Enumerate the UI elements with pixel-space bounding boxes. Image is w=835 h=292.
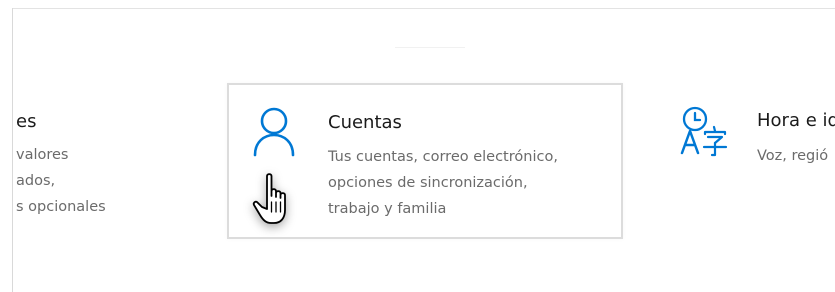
tile-description: valores ados, s opcionales bbox=[16, 142, 106, 220]
tile-description-line: opciones de sincronización, bbox=[328, 175, 528, 191]
settings-window: es valores ados, s opcionales Cuentas Tu… bbox=[0, 0, 835, 292]
tile-title: Cuentas bbox=[328, 112, 402, 133]
tile-title: Hora e id bbox=[757, 110, 835, 131]
user-account-icon bbox=[253, 107, 295, 157]
settings-tile-time-language[interactable]: Hora e id Voz, regió bbox=[672, 87, 835, 237]
tile-description-line: trabajo y familia bbox=[328, 201, 447, 217]
tile-description-line: ados, bbox=[16, 173, 56, 189]
tile-description-line: s opcionales bbox=[16, 199, 106, 215]
tile-description: Tus cuentas, correo electrónico, opcione… bbox=[328, 144, 558, 222]
tile-description-line: Tus cuentas, correo electrónico, bbox=[328, 149, 558, 165]
tile-description: Voz, regió bbox=[757, 143, 828, 169]
hand-pointer-icon bbox=[250, 172, 300, 230]
settings-tile-apps[interactable]: es valores ados, s opcionales bbox=[0, 87, 130, 237]
divider bbox=[395, 47, 465, 48]
window-border-top bbox=[12, 8, 835, 9]
time-language-icon bbox=[680, 106, 728, 157]
tile-title: es bbox=[16, 111, 37, 132]
tile-description-line: Voz, regió bbox=[757, 148, 829, 164]
tile-content: es valores ados, s opcionales bbox=[0, 87, 130, 237]
tile-description-line: valores bbox=[16, 147, 69, 163]
